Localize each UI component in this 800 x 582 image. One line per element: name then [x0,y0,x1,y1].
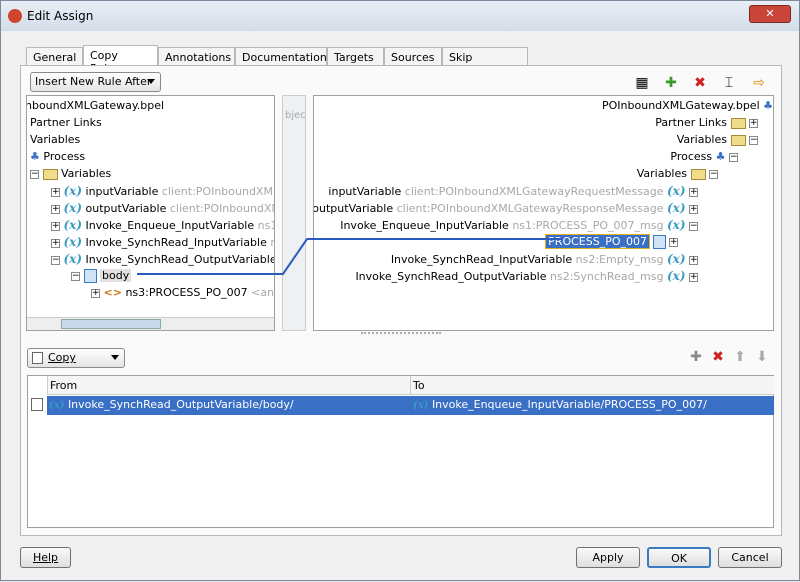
variable-icon: (x) [413,400,429,411]
help-label: Help [32,551,59,564]
table-row[interactable]: (x) Invoke_SynchRead_OutputVariable/body… [47,396,774,415]
header-from[interactable]: From [47,376,411,395]
to-value: Invoke_Enqueue_InputVariable/PROCESS_PO_… [431,398,707,411]
header-to[interactable]: To [411,376,774,395]
help-button[interactable]: Help [20,547,71,568]
ok-label: OK [671,552,687,565]
add-icon[interactable]: ✚ [687,348,705,366]
apply-button[interactable]: Apply [576,547,640,568]
row-copy-icon [31,398,43,411]
copy-rules-table: From To (x) Invoke_SynchRead_OutputVaria… [27,375,774,528]
copy-type-dropdown[interactable]: Copy [27,348,125,368]
cancel-button[interactable]: Cancel [718,547,782,568]
ok-button[interactable]: OK [647,547,711,568]
move-down-icon[interactable]: ⬇ [753,348,771,366]
remove-icon[interactable]: ✖ [709,348,727,366]
to-cell: (x) Invoke_Enqueue_InputVariable/PROCESS… [413,398,707,411]
from-cell: (x) Invoke_SynchRead_OutputVariable/body… [49,398,294,411]
cancel-label: Cancel [731,551,769,564]
edit-assign-dialog: Edit Assign ✕ GeneralCopy RulesAnnotatio… [0,0,800,581]
copy-label: Copy [48,351,76,364]
copy-icon [32,352,43,364]
move-up-icon[interactable]: ⬆ [731,348,749,366]
variable-icon: (x) [49,400,65,411]
from-value: Invoke_SynchRead_OutputVariable/body/ [67,398,294,411]
chevron-down-icon [111,355,119,360]
apply-label: Apply [592,551,624,564]
